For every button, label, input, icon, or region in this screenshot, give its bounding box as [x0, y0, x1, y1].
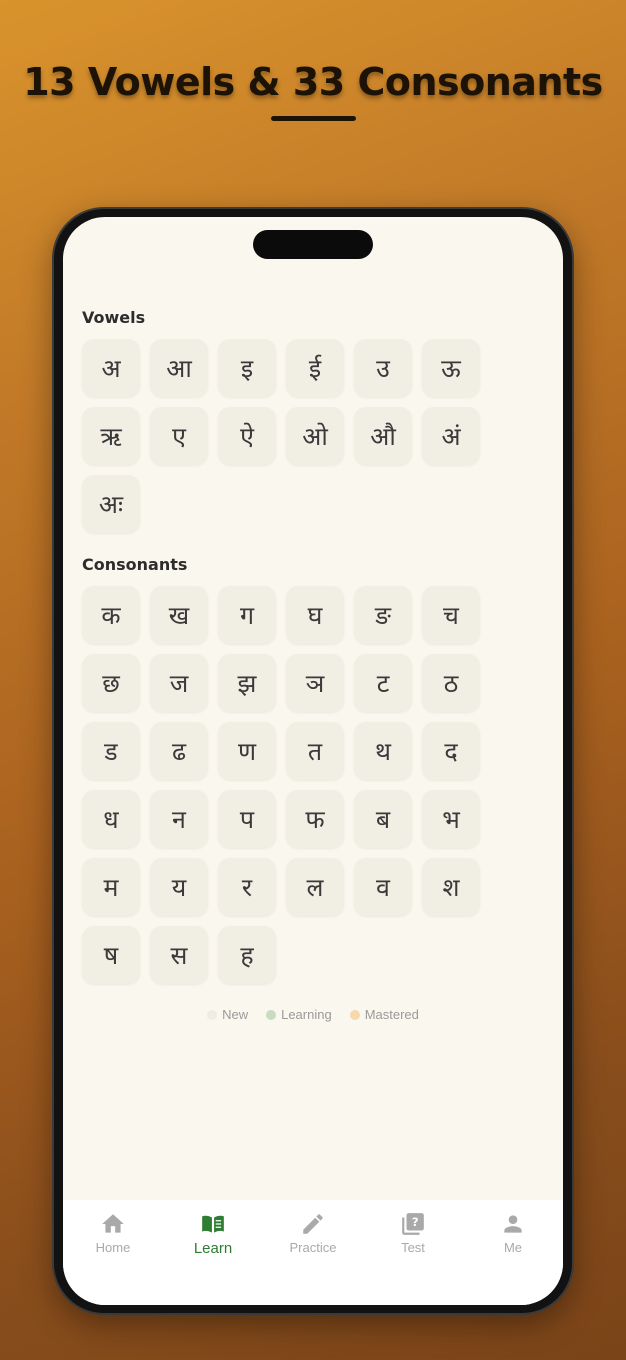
vowel-tile[interactable]: उ — [354, 339, 412, 397]
home-icon — [102, 1214, 124, 1233]
consonant-tile[interactable]: ख — [150, 586, 208, 644]
vowel-tile[interactable]: इ — [218, 339, 276, 397]
consonant-tile[interactable]: प — [218, 790, 276, 848]
consonant-tile[interactable]: ढ — [150, 722, 208, 780]
consonant-tile[interactable]: ष — [82, 926, 140, 984]
vowel-tile[interactable]: ई — [286, 339, 344, 397]
consonant-tile[interactable]: फ — [286, 790, 344, 848]
nav-practice-label: Practice — [289, 1240, 337, 1255]
consonant-tile[interactable]: स — [150, 926, 208, 984]
consonant-tile[interactable]: भ — [422, 790, 480, 848]
nav-home[interactable]: Home — [63, 1200, 163, 1305]
book-icon — [202, 1215, 224, 1233]
consonant-tile[interactable]: ध — [82, 790, 140, 848]
legend-learning: Learning — [266, 1007, 332, 1022]
consonant-tile[interactable]: ज — [150, 654, 208, 712]
phone-screen: Vowels अ आ इ ई उ ऊ ऋ ए ऐ ओ औ अं अः Conso… — [63, 217, 563, 1305]
consonant-tile[interactable]: म — [82, 858, 140, 916]
consonant-tile[interactable]: ठ — [422, 654, 480, 712]
nav-learn[interactable]: Learn — [163, 1200, 263, 1305]
consonant-tile[interactable]: ञ — [286, 654, 344, 712]
nav-test[interactable]: ? Test — [363, 1200, 463, 1305]
vowel-tile[interactable]: आ — [150, 339, 208, 397]
consonant-tile[interactable]: व — [354, 858, 412, 916]
nav-practice[interactable]: Practice — [263, 1200, 363, 1305]
consonant-tile[interactable]: छ — [82, 654, 140, 712]
vowel-tile[interactable]: अः — [82, 475, 140, 533]
nav-me-label: Me — [503, 1240, 523, 1255]
consonant-tile[interactable]: ग — [218, 586, 276, 644]
consonants-title: Consonants — [82, 555, 188, 574]
bottom-nav: Home Learn Practice ? Test Me — [63, 1200, 563, 1305]
consonant-tile[interactable]: घ — [286, 586, 344, 644]
new-dot-icon — [207, 1009, 218, 1020]
nav-test-label: Test — [401, 1240, 425, 1255]
vowel-tile[interactable]: ओ — [286, 407, 344, 465]
consonant-tile[interactable]: द — [422, 722, 480, 780]
consonant-tile[interactable]: क — [82, 586, 140, 644]
consonant-tile[interactable]: त — [286, 722, 344, 780]
legend-mastered: Mastered — [349, 1007, 419, 1022]
learning-dot-icon — [266, 1009, 277, 1020]
consonant-tile[interactable]: ल — [286, 858, 344, 916]
vowels-grid: अ आ इ ई उ ऊ ऋ ए ऐ ओ औ अं अः — [82, 339, 490, 533]
consonant-tile[interactable]: य — [150, 858, 208, 916]
headline-underline — [271, 116, 356, 121]
pencil-icon — [303, 1214, 323, 1234]
progress-legend: New Learning Mastered — [63, 1007, 563, 1022]
person-icon — [504, 1215, 522, 1233]
vowel-tile[interactable]: अ — [82, 339, 140, 397]
consonant-tile[interactable]: झ — [218, 654, 276, 712]
consonant-tile[interactable]: श — [422, 858, 480, 916]
consonant-tile[interactable]: ण — [218, 722, 276, 780]
consonant-tile[interactable]: च — [422, 586, 480, 644]
page-headline: 13 Vowels & 33 Consonants — [23, 60, 603, 104]
legend-mastered-label: Mastered — [364, 1007, 419, 1022]
vowel-tile[interactable]: ऋ — [82, 407, 140, 465]
consonant-tile[interactable]: थ — [354, 722, 412, 780]
nav-home-label: Home — [95, 1240, 131, 1255]
vowel-tile[interactable]: अं — [422, 407, 480, 465]
legend-new: New — [207, 1007, 248, 1022]
nav-me[interactable]: Me — [463, 1200, 563, 1305]
legend-learning-label: Learning — [281, 1007, 332, 1022]
vowel-tile[interactable]: ए — [150, 407, 208, 465]
quiz-icon: ? — [402, 1213, 424, 1235]
consonant-tile[interactable]: र — [218, 858, 276, 916]
vowel-tile[interactable]: ऊ — [422, 339, 480, 397]
consonant-tile[interactable]: ह — [218, 926, 276, 984]
consonant-tile[interactable]: ब — [354, 790, 412, 848]
consonants-grid: क ख ग घ ङ च छ ज झ ञ ट ठ ड ढ ण त थ द ध न … — [82, 586, 490, 984]
consonant-tile[interactable]: ड — [82, 722, 140, 780]
vowels-title: Vowels — [82, 308, 146, 327]
legend-new-label: New — [222, 1007, 249, 1022]
dynamic-island — [253, 230, 373, 259]
vowel-tile[interactable]: ऐ — [218, 407, 276, 465]
svg-text:?: ? — [412, 1215, 419, 1229]
consonant-tile[interactable]: न — [150, 790, 208, 848]
consonant-tile[interactable]: ट — [354, 654, 412, 712]
nav-learn-label: Learn — [193, 1240, 233, 1257]
mastered-dot-icon — [349, 1009, 360, 1020]
consonant-tile[interactable]: ङ — [354, 586, 412, 644]
vowel-tile[interactable]: औ — [354, 407, 412, 465]
